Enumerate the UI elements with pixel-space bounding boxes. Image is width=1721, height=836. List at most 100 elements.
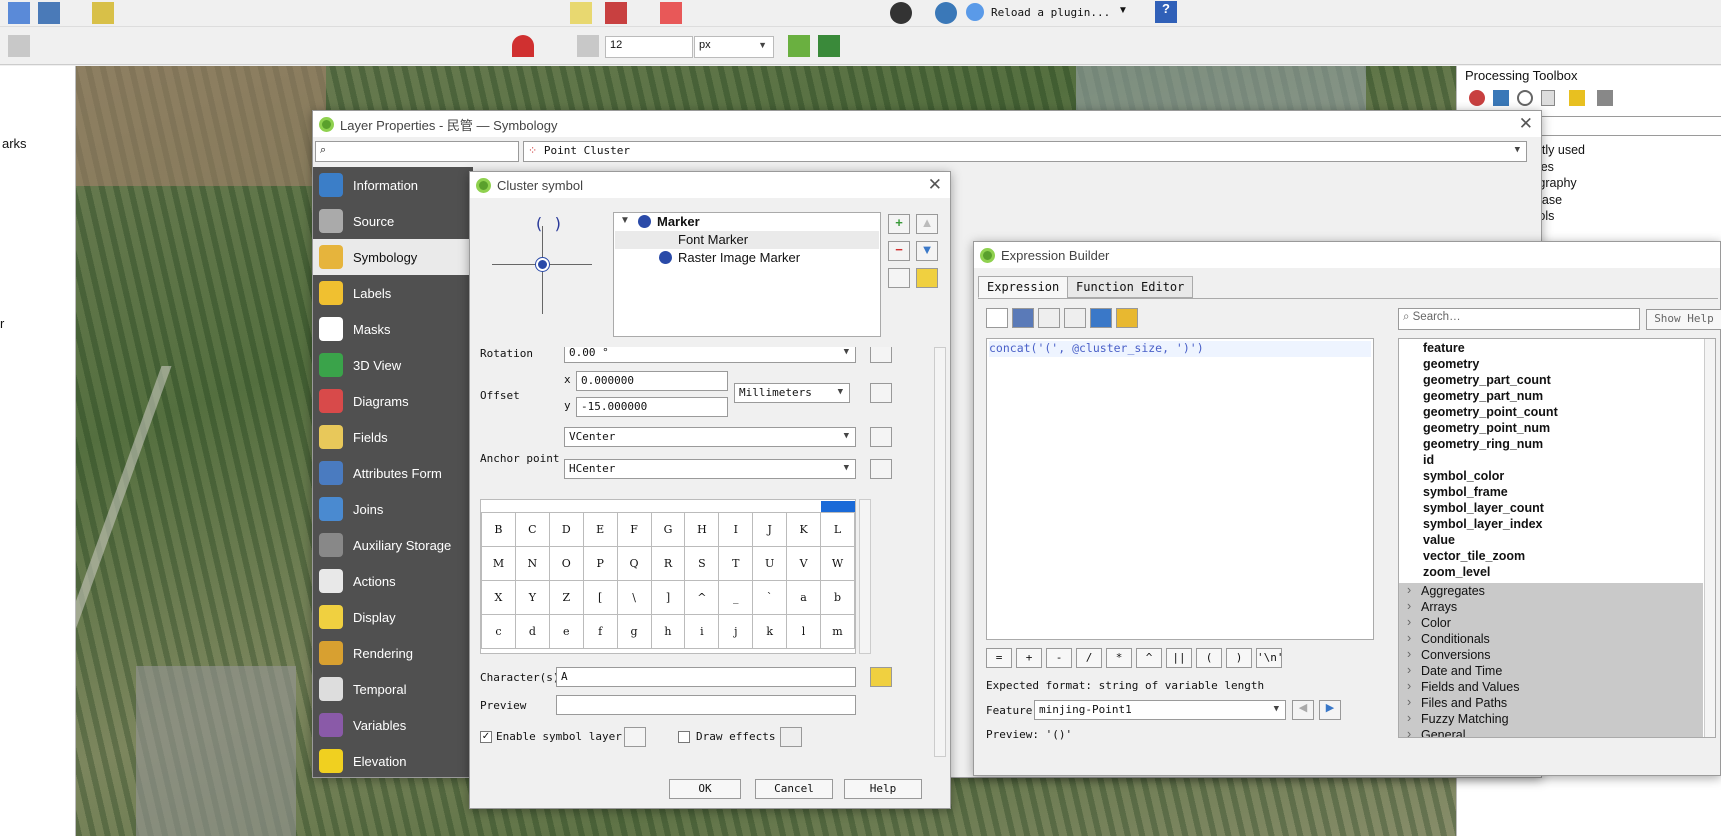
- digitize-icon[interactable]: [8, 35, 30, 57]
- function-group[interactable]: Fuzzy Matching: [1399, 710, 1703, 727]
- properties-scrollbar[interactable]: [934, 347, 946, 757]
- char-cell[interactable]: H: [684, 512, 720, 547]
- browser-item[interactable]: arks: [2, 136, 27, 151]
- function-group[interactable]: Conversions: [1399, 646, 1703, 663]
- char-cell[interactable]: ]: [650, 580, 686, 615]
- expression-editor[interactable]: concat('(', @cluster_size, ')'): [986, 338, 1374, 640]
- new-file-icon[interactable]: [986, 308, 1008, 328]
- function-group[interactable]: Aggregates: [1399, 582, 1703, 599]
- layout-icon[interactable]: [8, 2, 30, 24]
- offset-x-spinbox[interactable]: 0.000000: [576, 371, 728, 391]
- add-layer-icon[interactable]: +: [888, 214, 910, 234]
- history-icon[interactable]: [1517, 90, 1533, 106]
- function-group[interactable]: Date and Time: [1399, 662, 1703, 679]
- data-defined-icon[interactable]: [870, 459, 892, 479]
- label-tool-icon[interactable]: [660, 2, 682, 24]
- duplicate-layer-icon[interactable]: [888, 268, 910, 288]
- renderer-combo[interactable]: ⁘ Point Cluster: [523, 141, 1527, 162]
- nav-item-temporal[interactable]: Temporal: [313, 671, 473, 707]
- function-item[interactable]: geometry_part_num: [1423, 388, 1703, 404]
- char-cell[interactable]: Z: [548, 580, 584, 615]
- python-icon[interactable]: [1493, 90, 1509, 106]
- char-cell[interactable]: g: [616, 614, 652, 649]
- function-item[interactable]: geometry_ring_num: [1423, 436, 1703, 452]
- nav-item-symbology[interactable]: Symbology: [313, 239, 473, 275]
- pencil-icon[interactable]: [92, 2, 114, 24]
- char-cell[interactable]: L: [820, 512, 855, 547]
- edit-icon[interactable]: [1569, 90, 1585, 106]
- plugin-bug-icon[interactable]: [890, 2, 912, 24]
- nav-item-3d-view[interactable]: 3D View: [313, 347, 473, 383]
- char-cell[interactable]: [: [582, 580, 618, 615]
- nav-search-input[interactable]: ⌕: [315, 141, 519, 162]
- lock-icon[interactable]: [916, 268, 938, 288]
- chevron-down-icon[interactable]: ▼: [1118, 5, 1128, 16]
- char-cell[interactable]: S: [684, 546, 720, 581]
- char-cell[interactable]: K: [786, 512, 822, 547]
- function-item[interactable]: id: [1423, 452, 1703, 468]
- function-item[interactable]: symbol_layer_count: [1423, 500, 1703, 516]
- char-cell[interactable]: i: [684, 614, 720, 649]
- function-group[interactable]: Arrays: [1399, 598, 1703, 615]
- data-defined-icon[interactable]: [870, 427, 892, 447]
- char-cell[interactable]: O: [548, 546, 584, 581]
- char-cell[interactable]: J: [752, 512, 788, 547]
- results-icon[interactable]: [1541, 90, 1555, 106]
- operator-button[interactable]: (: [1196, 648, 1222, 668]
- feature-combo[interactable]: minjing-Point1: [1034, 700, 1286, 720]
- operator-button[interactable]: ||: [1166, 648, 1192, 668]
- data-defined-icon[interactable]: [870, 667, 892, 687]
- char-cell[interactable]: Q: [616, 546, 652, 581]
- char-cell[interactable]: D: [548, 512, 584, 547]
- vertex-icon[interactable]: [788, 35, 810, 57]
- nav-item-auxiliary-storage[interactable]: Auxiliary Storage: [313, 527, 473, 563]
- nav-item-diagrams[interactable]: Diagrams: [313, 383, 473, 419]
- export-icon[interactable]: [1116, 308, 1138, 328]
- function-search-input[interactable]: ⌕ Search…: [1398, 308, 1640, 330]
- data-defined-icon[interactable]: [624, 727, 646, 747]
- help-icon[interactable]: ?: [1155, 1, 1177, 23]
- operator-button[interactable]: -: [1046, 648, 1072, 668]
- nav-item-rendering[interactable]: Rendering: [313, 635, 473, 671]
- nav-item-labels[interactable]: Labels: [313, 275, 473, 311]
- rotation-spinbox[interactable]: 0.00 °: [564, 347, 856, 363]
- function-group[interactable]: Conditionals: [1399, 630, 1703, 647]
- move-up-icon[interactable]: ▲: [916, 214, 938, 234]
- magnet-icon[interactable]: [512, 35, 534, 57]
- reload-icon[interactable]: [966, 3, 984, 21]
- char-cell[interactable]: U: [752, 546, 788, 581]
- nav-item-information[interactable]: Information: [313, 167, 473, 203]
- char-cell[interactable]: `: [752, 580, 788, 615]
- char-cell[interactable]: E: [582, 512, 618, 547]
- cancel-button[interactable]: Cancel: [755, 779, 833, 799]
- nav-item-fields[interactable]: Fields: [313, 419, 473, 455]
- offset-y-spinbox[interactable]: -15.000000: [576, 397, 728, 417]
- char-cell[interactable]: j: [718, 614, 754, 649]
- draw-effects-checkbox[interactable]: [678, 731, 690, 743]
- unit-combo[interactable]: px: [694, 36, 774, 58]
- previous-feature-icon[interactable]: ◀: [1292, 700, 1314, 720]
- char-cell[interactable]: F: [616, 512, 652, 547]
- char-cell[interactable]: f: [582, 614, 618, 649]
- nav-item-attributes-form[interactable]: Attributes Form: [313, 455, 473, 491]
- operator-button[interactable]: /: [1076, 648, 1102, 668]
- operator-button[interactable]: ): [1226, 648, 1252, 668]
- char-cell[interactable]: b: [820, 580, 855, 615]
- function-item[interactable]: symbol_color: [1423, 468, 1703, 484]
- data-defined-icon[interactable]: [870, 347, 892, 363]
- char-cell[interactable]: l: [786, 614, 822, 649]
- char-cell[interactable]: B: [481, 512, 516, 547]
- function-list-scrollbar[interactable]: [1704, 339, 1715, 737]
- char-cell[interactable]: G: [650, 512, 686, 547]
- char-cell[interactable]: k: [752, 614, 788, 649]
- anchor-v-combo[interactable]: VCenter: [564, 427, 856, 447]
- function-item[interactable]: symbol_frame: [1423, 484, 1703, 500]
- char-cell[interactable]: N: [514, 546, 550, 581]
- char-cell[interactable]: Y: [514, 580, 550, 615]
- effects-star-icon[interactable]: [780, 727, 802, 747]
- size-spinbox[interactable]: 12: [605, 36, 693, 58]
- function-group[interactable]: Fields and Values: [1399, 678, 1703, 695]
- operator-button[interactable]: +: [1016, 648, 1042, 668]
- enable-symbol-layer-checkbox[interactable]: ✓: [480, 731, 492, 743]
- char-cell[interactable]: ^: [684, 580, 720, 615]
